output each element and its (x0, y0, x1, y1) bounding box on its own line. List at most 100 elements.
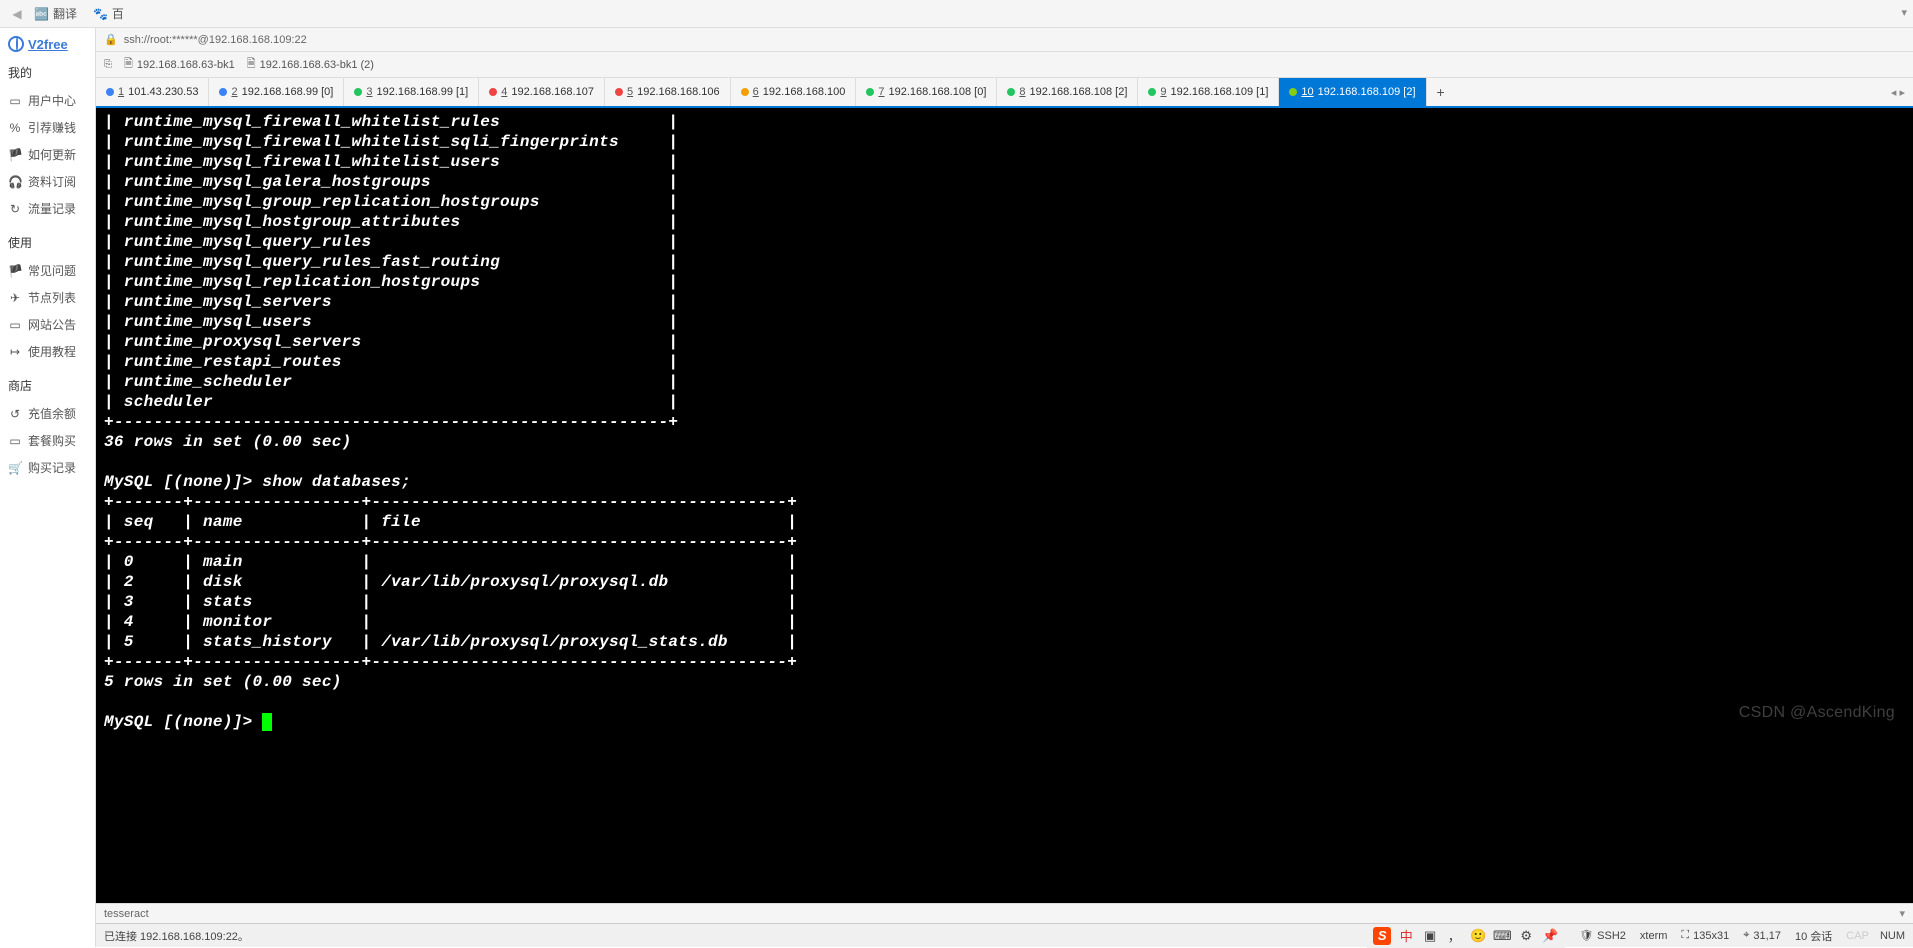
sidebar-item-icon: ↦ (8, 345, 22, 359)
session-tab[interactable]: 1101.43.230.53 (96, 78, 209, 106)
doc-icon: 🗎 (124, 55, 133, 74)
sidebar-item-icon: ▭ (8, 94, 22, 108)
globe-icon (8, 36, 24, 52)
shield-icon: 🛡 (1579, 929, 1593, 942)
file-tab-label: 192.168.168.63-bk1 (2) (260, 59, 374, 71)
punct-icon[interactable]: ， (1445, 927, 1463, 945)
new-session-button[interactable]: + (1427, 84, 1455, 100)
tab-label: 192.168.168.99 [1] (376, 86, 468, 98)
emoji-icon[interactable]: 🙂 (1469, 927, 1487, 945)
left-sidebar: V2free 我的 ▭用户中心% 引荐赚钱 🏴如何更新 🎧 资料订阅 ↻流量记录使用 🏴 常见问… (0, 28, 96, 947)
session-nav-arrows[interactable]: ◂ ▸ (1883, 86, 1913, 99)
sidebar-item[interactable]: 🎧 资料订阅 (4, 168, 91, 195)
file-tab-anchor[interactable]: ⎘ (104, 59, 112, 70)
tab-label: 192.168.168.99 [0] (242, 86, 334, 98)
sidebar-item[interactable]: ✈节点列表 (4, 284, 91, 311)
sidebar-item-label: 套餐购买 (28, 432, 76, 449)
tab-label: 101.43.230.53 (128, 86, 198, 98)
sidebar-item-icon: ▭ (8, 318, 22, 332)
bottom-expand-icon[interactable]: ▾ (1899, 907, 1905, 920)
ime-sogou-icon[interactable]: S (1373, 927, 1391, 945)
sidebar-item-label: 常见问题 (28, 262, 76, 279)
status-dot-icon (1289, 88, 1297, 96)
baidu-label: 百 (112, 5, 124, 22)
session-tab[interactable]: 10 192.168.168.109 [2] (1279, 78, 1426, 106)
resize-icon: ⛶ (1681, 929, 1689, 942)
ime-full-icon[interactable]: ▣ (1421, 927, 1439, 945)
translate-link[interactable]: 🔤 翻译 (34, 5, 77, 22)
logo-text: V2free (28, 37, 68, 52)
tab-label: 192.168.168.108 [0] (889, 86, 987, 98)
ime-cn-icon[interactable]: 中 (1397, 927, 1415, 945)
sidebar-item[interactable]: ↦使用教程 (4, 338, 91, 365)
sidebar-item-label: 充值余额 (28, 405, 76, 422)
collapse-icon[interactable]: ▾ (1901, 6, 1907, 19)
sidebar-item-label: 引荐赚钱 (28, 119, 76, 136)
session-tab[interactable]: 4192.168.168.107 (479, 78, 605, 106)
terminal[interactable]: | runtime_mysql_firewall_whitelist_rules… (96, 108, 1913, 903)
bottom-info-bar: tesseract ▾ (96, 903, 1913, 923)
tab-label: 192.168.168.108 [2] (1030, 86, 1128, 98)
session-tab[interactable]: 7192.168.168.108 [0] (856, 78, 997, 106)
sidebar-item[interactable]: ↻流量记录 (4, 195, 91, 222)
tab-label: 192.168.168.109 [1] (1171, 86, 1269, 98)
status-dot-icon (219, 88, 227, 96)
right-pane: 🔒 ssh://root:******@192.168.168.109:22 ▾… (96, 28, 1913, 947)
sidebar-item-icon: 🏴 (8, 264, 22, 278)
tab-label: 192.168.168.109 [2] (1318, 86, 1416, 98)
session-tab[interactable]: 3192.168.168.99 [1] (344, 78, 479, 106)
status-dot-icon (866, 88, 874, 96)
pin-icon[interactable]: 📌 (1541, 927, 1559, 945)
browser-toolbar: ◀ 🔤 翻译 🐾 百 (0, 0, 1913, 28)
sidebar-item[interactable]: ↺ 充值余额 (4, 400, 91, 427)
sidebar-item-label: 如何更新 (28, 146, 76, 163)
file-tab-1[interactable]: 🗎 192.168.168.63-bk1 (124, 55, 235, 74)
status-dot-icon (1148, 88, 1156, 96)
sidebar-item-label: 网站公告 (28, 316, 76, 333)
tab-label: 192.168.168.106 (637, 86, 720, 98)
sidebar-heading: 使用 (4, 234, 91, 251)
session-tab[interactable]: 8192.168.168.108 [2] (997, 78, 1138, 106)
v2free-logo[interactable]: V2free (4, 36, 91, 52)
status-bar: 已连接 192.168.168.109:22。 S 中 ▣ ， 🙂 ⌨ ⚙ 📌 … (96, 923, 1913, 947)
sidebar-item-label: 资料订阅 (28, 173, 76, 190)
sidebar-item-icon: 🛒 (8, 461, 22, 475)
settings-icon[interactable]: ⚙ (1517, 927, 1535, 945)
status-dot-icon (615, 88, 623, 96)
status-size: ⛶135x31 (1681, 929, 1729, 942)
terminal-cursor (262, 713, 272, 731)
baidu-link[interactable]: 🐾 百 (93, 5, 124, 22)
sidebar-item[interactable]: 🏴如何更新 (4, 141, 91, 168)
sidebar-item-icon: % (8, 121, 22, 135)
session-tab[interactable]: 6192.168.168.100 (731, 78, 857, 106)
file-tab-2[interactable]: 🗎 192.168.168.63-bk1 (2) (247, 55, 374, 74)
sidebar-item[interactable]: ▭用户中心 (4, 87, 91, 114)
tab-number: 9 (1160, 86, 1166, 98)
sidebar-item-icon: 🎧 (8, 175, 22, 189)
session-tab[interactable]: 5 192.168.168.106 (605, 78, 731, 106)
keypad-icon[interactable]: ⌨ (1493, 927, 1511, 945)
session-tabs: 1101.43.230.532192.168.168.99 [0]3192.16… (96, 78, 1913, 108)
sidebar-heading: 我的 (4, 64, 91, 81)
tab-number: 5 (627, 86, 633, 98)
ssh-title-bar: 🔒 ssh://root:******@192.168.168.109:22 ▾ (96, 28, 1913, 52)
nav-back-icon[interactable]: ◀ (8, 5, 26, 23)
status-connected: 已连接 192.168.168.109:22。 (104, 928, 249, 944)
status-dot-icon (1007, 88, 1015, 96)
anchor-icon: ⎘ (104, 59, 112, 70)
file-tabs: ⎘ 🗎 192.168.168.63-bk1 🗎 192.168.168.63-… (96, 52, 1913, 78)
tab-label: 192.168.168.107 (511, 86, 594, 98)
session-tab[interactable]: 9 192.168.168.109 [1] (1138, 78, 1279, 106)
sidebar-item[interactable]: % 引荐赚钱 (4, 114, 91, 141)
sidebar-item[interactable]: 🏴 常见问题 (4, 257, 91, 284)
sidebar-item[interactable]: 🛒购买记录 (4, 454, 91, 481)
sidebar-item[interactable]: ▭套餐购买 (4, 427, 91, 454)
status-dot-icon (106, 88, 114, 96)
sidebar-heading: 商店 (4, 377, 91, 394)
watermark: CSDN @AscendKing (1739, 703, 1895, 723)
sidebar-item-icon: ↺ (8, 407, 22, 421)
tab-number: 10 (1301, 86, 1313, 98)
doc-icon: 🗎 (247, 55, 256, 74)
session-tab[interactable]: 2192.168.168.99 [0] (209, 78, 344, 106)
sidebar-item[interactable]: ▭ 网站公告 (4, 311, 91, 338)
